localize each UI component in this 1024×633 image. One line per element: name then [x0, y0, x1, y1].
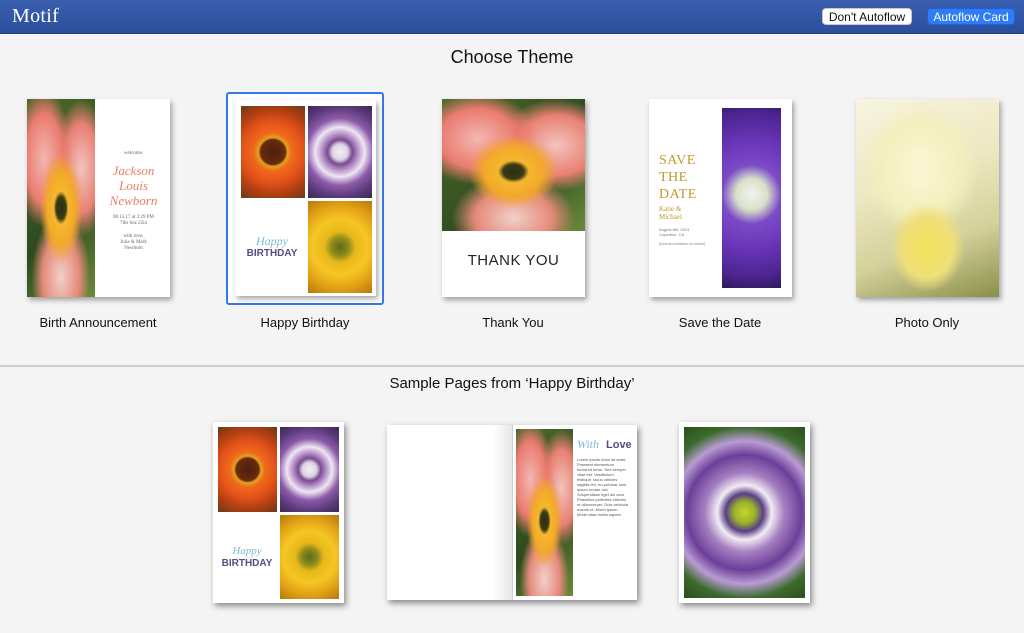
sample-section-title: Sample Pages from ‘Happy Birthday’ — [389, 375, 635, 392]
passion-flower-photo — [684, 427, 805, 598]
page-script-text: With — [577, 437, 600, 451]
page-bold-text: Love — [606, 439, 632, 451]
page-bold-text: BIRTHDAY — [221, 558, 273, 569]
app-name: Motif — [12, 5, 60, 27]
sunflower-photo — [218, 427, 277, 512]
theme-card-preview[interactable] — [856, 99, 999, 297]
theme-label: Photo Only — [894, 315, 960, 330]
sunflower-photo — [241, 106, 305, 198]
theme-label: Birth Announcement — [39, 315, 157, 330]
card-note: (formal invitation to follow) — [659, 241, 706, 246]
card-script-text: Happy — [256, 234, 288, 248]
page-spine — [512, 425, 513, 600]
card-heading-line: DATE — [659, 187, 697, 202]
tulip-photo — [442, 99, 585, 231]
card-heading-line: THE — [659, 170, 688, 185]
theme-card-preview[interactable]: welcome, Jackson Louis Newborn 08.15.17 … — [27, 99, 170, 297]
card-detail-line: Cupertino, CA — [659, 232, 685, 237]
theme-card-preview[interactable]: SAVE THE DATE Katie & Michael August 8th… — [649, 99, 792, 297]
clematis-photo — [722, 108, 781, 288]
passion-flower-photo — [308, 106, 372, 198]
theme-birth-announcement[interactable]: welcome, Jackson Louis Newborn 08.15.17 … — [0, 92, 198, 342]
card-names-line: Katie & — [659, 205, 682, 213]
card-names-line: Michael — [659, 213, 682, 221]
dont-autoflow-button[interactable]: Don't Autoflow — [822, 8, 912, 25]
theme-card-preview[interactable]: Happy BIRTHDAY — [235, 100, 376, 296]
card-closing-line: Newborn — [124, 246, 143, 251]
card-text: THANK YOU — [467, 252, 560, 269]
theme-thank-you[interactable]: THANK YOU Thank You — [413, 92, 613, 342]
tulip-photo — [27, 99, 95, 297]
card-name-line: Newborn — [109, 193, 158, 208]
theme-label: Save the Date — [678, 315, 762, 330]
title-bar: Motif Don't Autoflow Autoflow Card — [0, 0, 1024, 34]
passion-flower-photo — [280, 427, 339, 512]
selected-theme-frame[interactable]: Happy BIRTHDAY — [226, 92, 384, 305]
theme-save-the-date[interactable]: SAVE THE DATE Katie & Michael August 8th… — [620, 92, 820, 342]
card-bold-text: BIRTHDAY — [246, 248, 298, 259]
theme-label: Happy Birthday — [260, 315, 350, 330]
card-name-line: Jackson — [112, 163, 155, 178]
theme-card-preview[interactable]: THANK YOU — [442, 99, 585, 297]
theme-photo-only[interactable]: Photo Only — [827, 92, 1024, 342]
blank-left-page — [387, 425, 512, 600]
sample-page-back[interactable] — [679, 422, 810, 603]
card-welcome-text: welcome, — [123, 151, 144, 156]
card-name-line: Louis — [119, 178, 148, 193]
card-heading-line: SAVE — [659, 153, 696, 168]
autoflow-card-button[interactable]: Autoflow Card — [927, 8, 1015, 25]
theme-section-title: Choose Theme — [450, 47, 574, 67]
sample-pages-section: Sample Pages from ‘Happy Birthday’ Happy… — [0, 367, 1024, 633]
theme-section: Choose Theme welcome, Jackson Louis Newb… — [0, 35, 1024, 365]
sample-page-front[interactable]: Happy BIRTHDAY — [213, 422, 344, 603]
sample-page-inside[interactable]: With Love Lorem ipsum dolor sit amet. Pr… — [387, 425, 637, 600]
iris-photo — [856, 99, 999, 297]
tulip-photo — [516, 429, 573, 596]
golden-flower-photo — [308, 201, 372, 293]
theme-happy-birthday[interactable]: Happy BIRTHDAY Happy Birthday — [205, 92, 405, 342]
page-body-text: Lorem ipsum dolor sit amet. Praesent ele… — [577, 457, 629, 517]
golden-flower-photo — [280, 515, 339, 599]
page-script-text: Happy — [232, 545, 262, 557]
card-detail-line: 7lbs 6oz 22in — [120, 221, 147, 226]
theme-label: Thank You — [482, 315, 544, 330]
